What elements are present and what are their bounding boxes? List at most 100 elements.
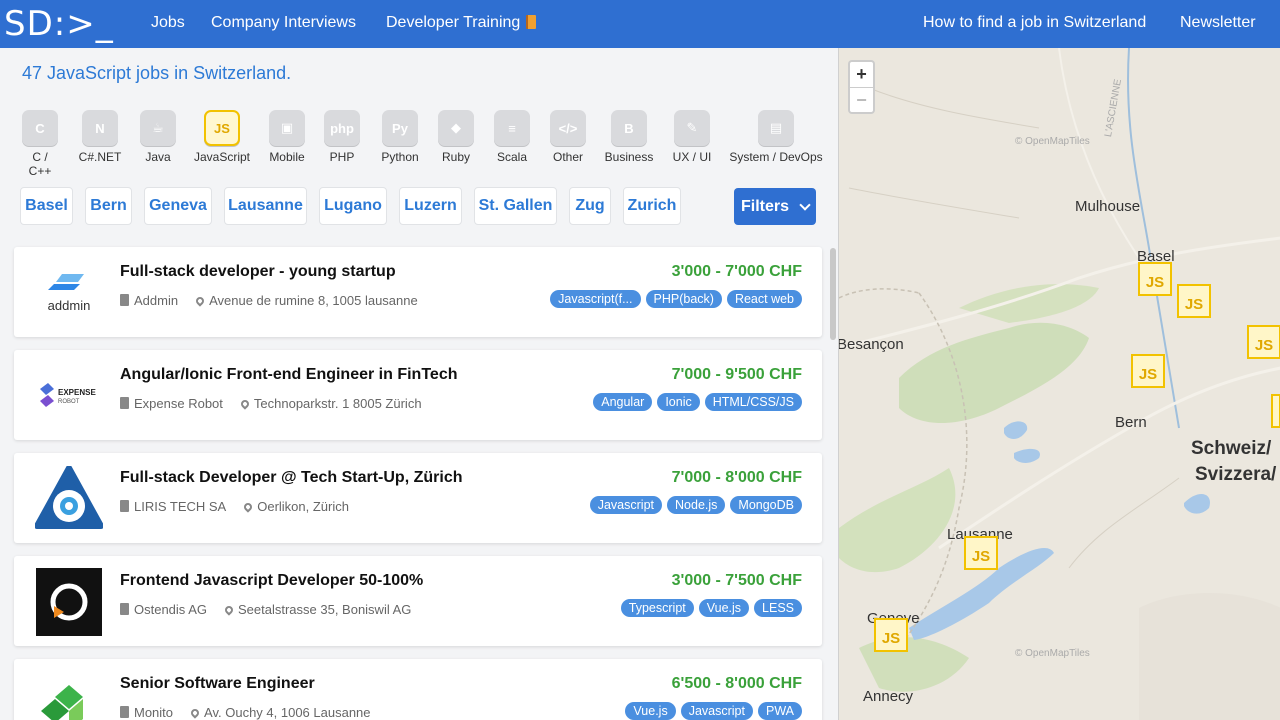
job-title[interactable]: Full-stack Developer @ Tech Start-Up, Zü…	[120, 469, 462, 487]
nav-jobs[interactable]: Jobs	[151, 14, 185, 32]
tech-filter-devops[interactable]: ▤ System / DevOps	[728, 110, 824, 164]
map-pin-icon	[223, 604, 235, 616]
salary-range: 6'500 - 8'000 CHF	[671, 675, 802, 692]
city-lugano[interactable]: Lugano	[319, 187, 387, 225]
jobs-map[interactable]: Mulhouse Basel Besançon Bern Schweiz/ Sv…	[838, 48, 1280, 720]
job-map-marker[interactable]: JS	[1247, 325, 1280, 359]
tag-list: Javascript Node.js MongoDB	[589, 496, 802, 514]
nav-company-interviews[interactable]: Company Interviews	[211, 14, 356, 32]
city-zug[interactable]: Zug	[569, 187, 611, 225]
tech-filter-scala[interactable]: ≡ Scala	[492, 110, 532, 164]
city-luzern[interactable]: Luzern	[399, 187, 462, 225]
job-map-marker[interactable]	[1271, 394, 1280, 428]
tech-filter-php[interactable]: php PHP	[322, 110, 362, 164]
tech-tag[interactable]: Javascript(f...	[550, 290, 641, 308]
job-card[interactable]: Full-stack Developer @ Tech Start-Up, Zü…	[14, 453, 822, 543]
svg-text:addmin: addmin	[48, 298, 91, 313]
tech-tag[interactable]: PHP(back)	[645, 290, 722, 308]
tech-filter-mobile[interactable]: ▣ Mobile	[266, 110, 308, 164]
filters-button[interactable]: Filters	[734, 188, 816, 225]
company-name: Addmin	[120, 293, 178, 308]
tech-tag[interactable]: Javascript	[589, 496, 663, 514]
company-logo	[34, 671, 104, 720]
tag-list: Javascript(f... PHP(back) React web	[550, 290, 802, 308]
company-name: LIRIS TECH SA	[120, 499, 226, 514]
map-pin-icon	[189, 707, 201, 719]
tech-tag[interactable]: Javascript	[680, 702, 753, 720]
tech-tag[interactable]: LESS	[754, 599, 802, 617]
city-zurich[interactable]: Zurich	[623, 187, 681, 225]
job-title[interactable]: Angular/Ionic Front-end Engineer in FinT…	[120, 366, 457, 384]
tech-filter-java[interactable]: ☕ Java	[138, 110, 178, 164]
job-card[interactable]: Senior Software Engineer Monito Av. Ouch…	[14, 659, 822, 720]
salary-range: 7'000 - 9'500 CHF	[671, 366, 802, 383]
book-icon	[526, 15, 537, 29]
tech-tag[interactable]: PWA	[757, 702, 802, 720]
job-title[interactable]: Senior Software Engineer	[120, 675, 315, 693]
map-label: Annecy	[863, 688, 914, 705]
tech-filter-dotnet[interactable]: N C#.NET	[78, 110, 122, 164]
tech-tag[interactable]: Vue.js	[625, 702, 676, 720]
tech-tag[interactable]: React web	[726, 290, 802, 308]
company-logo: EXPENSE ROBOT	[34, 362, 104, 430]
job-map-marker[interactable]: JS	[964, 536, 998, 570]
job-title[interactable]: Frontend Javascript Developer 50-100%	[120, 572, 423, 590]
city-lausanne[interactable]: Lausanne	[224, 187, 307, 225]
company-name: Expense Robot	[120, 396, 223, 411]
code-icon: </>	[550, 110, 586, 146]
building-icon	[120, 294, 129, 306]
tech-filter-python[interactable]: Py Python	[378, 110, 422, 164]
job-map-marker[interactable]: JS	[1138, 262, 1172, 296]
map-zoom-control: + −	[848, 60, 875, 114]
job-title[interactable]: Full-stack developer - young startup	[120, 263, 396, 281]
tech-filter-business[interactable]: B Business	[602, 110, 656, 164]
tech-tag[interactable]: Typescript	[620, 599, 694, 617]
docker-icon: ▤	[758, 110, 794, 146]
android-icon: ▣	[269, 110, 305, 146]
python-icon: Py	[382, 110, 418, 146]
tech-filter-ruby[interactable]: ◆ Ruby	[436, 110, 476, 164]
job-location: Oerlikon, Zürich	[242, 499, 349, 514]
city-geneva[interactable]: Geneva	[144, 187, 212, 225]
job-map-marker[interactable]: JS	[1177, 284, 1211, 318]
tech-tag[interactable]: Ionic	[657, 393, 700, 411]
tech-tag[interactable]: Angular	[593, 393, 653, 411]
ux-icon: ✎	[674, 110, 710, 146]
job-card[interactable]: EXPENSE ROBOT Angular/Ionic Front-end Eng…	[14, 350, 822, 440]
city-basel[interactable]: Basel	[20, 187, 73, 225]
building-icon	[120, 397, 129, 409]
tag-list: Angular Ionic HTML/CSS/JS	[593, 393, 802, 411]
tech-tag[interactable]: Vue.js	[698, 599, 750, 617]
job-card[interactable]: addmin Full-stack developer - young star…	[14, 247, 822, 337]
zoom-in-button[interactable]: +	[850, 62, 873, 87]
job-list-scrollbar[interactable]	[830, 248, 836, 340]
scala-icon: ≡	[494, 110, 530, 146]
company-logo: addmin	[34, 259, 104, 327]
nav-how-to-find-job[interactable]: How to find a job in Switzerland	[923, 14, 1146, 32]
salary-range: 3'000 - 7'500 CHF	[671, 572, 802, 589]
job-card[interactable]: Frontend Javascript Developer 50-100% Os…	[14, 556, 822, 646]
tech-tag[interactable]: MongoDB	[730, 496, 802, 514]
map-attribution: © OpenMapTiles	[1015, 648, 1090, 659]
nav-newsletter[interactable]: Newsletter	[1180, 14, 1256, 32]
tech-filter-ux-ui[interactable]: ✎ UX / UI	[670, 110, 714, 164]
tag-list: Vue.js Javascript PWA	[625, 702, 802, 720]
tech-filter-javascript[interactable]: JS JavaScript	[192, 110, 252, 164]
map-label: Besançon	[838, 336, 904, 353]
tech-tag[interactable]: HTML/CSS/JS	[704, 393, 802, 411]
zoom-out-button[interactable]: −	[850, 87, 873, 112]
tech-filter-cpp[interactable]: CC / C++	[20, 110, 60, 178]
nav-developer-training[interactable]: Developer Training	[386, 14, 537, 32]
city-bern[interactable]: Bern	[85, 187, 132, 225]
tech-filter-other[interactable]: </> Other	[548, 110, 588, 164]
map-label: Schweiz/	[1191, 438, 1272, 459]
job-location: Technoparkstr. 1 8005 Zürich	[239, 396, 422, 411]
map-label: Bern	[1115, 414, 1147, 431]
php-icon: php	[324, 110, 360, 146]
job-map-marker[interactable]: JS	[874, 618, 908, 652]
job-map-marker[interactable]: JS	[1131, 354, 1165, 388]
tech-tag[interactable]: Node.js	[667, 496, 726, 514]
city-st-gallen[interactable]: St. Gallen	[474, 187, 557, 225]
job-location: Avenue de rumine 8, 1005 lausanne	[194, 293, 418, 308]
site-logo[interactable]: SD:>_	[0, 0, 124, 48]
